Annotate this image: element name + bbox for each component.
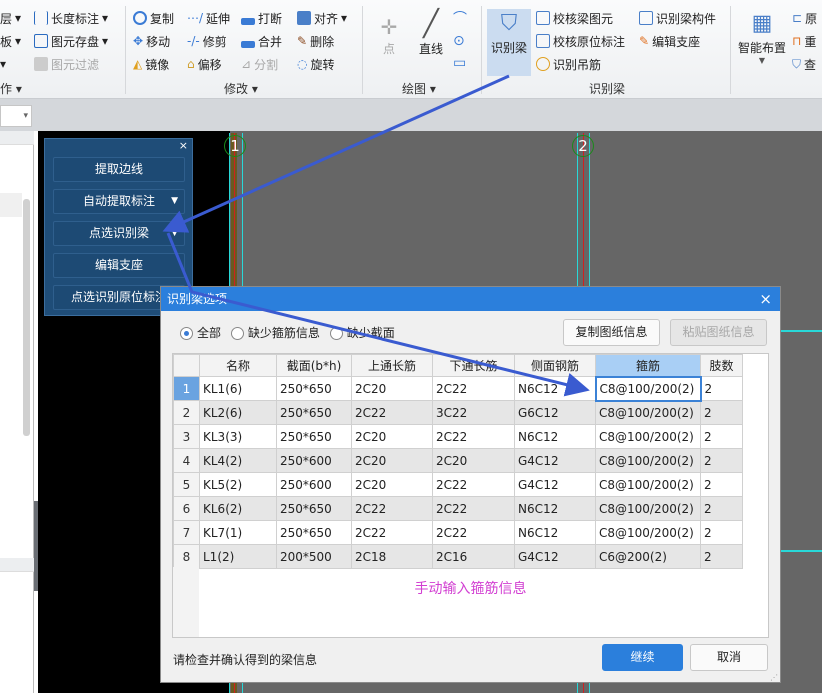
arrow-line [166, 232, 590, 397]
arrow-line [162, 74, 510, 233]
annotation-arrows [162, 74, 590, 397]
